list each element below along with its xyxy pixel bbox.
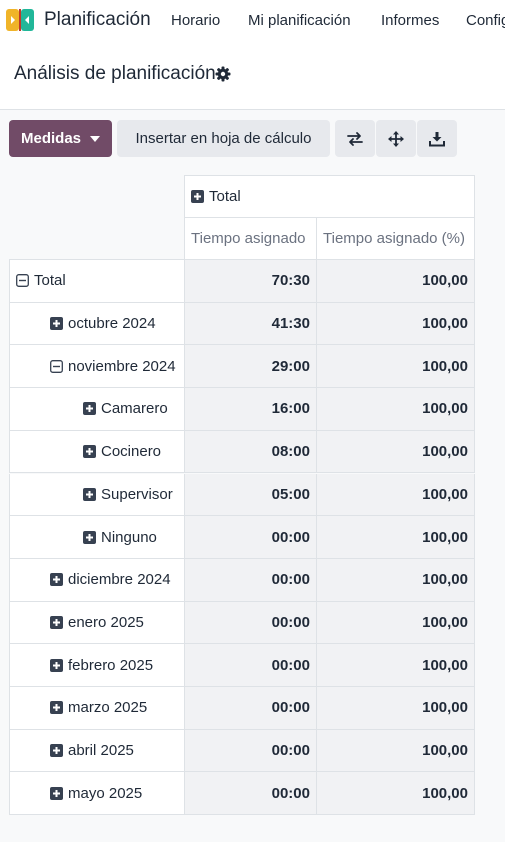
top-navbar: Planificación Horario Mi planificación I… (0, 0, 505, 42)
measure-header-tiempo-asignado-pct[interactable]: Tiempo asignado (%) (317, 218, 475, 260)
expand-all-icon (388, 130, 404, 147)
flip-axis-button[interactable] (335, 120, 375, 157)
menu-informes[interactable]: Informes (381, 12, 439, 29)
minus-square-icon (50, 359, 63, 373)
planning-app-logo-icon[interactable] (6, 9, 34, 31)
page-title: Análisis de planificación (14, 63, 216, 84)
row-header-marzo-2025[interactable]: marzo 2025 (9, 687, 185, 730)
col-header-total-label: Total (209, 188, 241, 205)
menu-mi-planificacion[interactable]: Mi planificación (248, 12, 351, 29)
gear-icon[interactable] (215, 66, 231, 82)
download-button[interactable] (417, 120, 457, 157)
menu-horario[interactable]: Horario (171, 12, 220, 29)
pivot-corner (9, 175, 185, 260)
row-label: noviembre 2024 (68, 357, 176, 375)
measure-label: Tiempo asignado (191, 230, 306, 247)
cell-tiempo-asignado-pct[interactable]: 100,00 (317, 729, 475, 773)
row-header-octubre-2024[interactable]: octubre 2024 (9, 302, 185, 346)
cell-tiempo-asignado-pct[interactable]: 100,00 (317, 473, 475, 517)
cell-tiempo-asignado[interactable]: 00:00 (185, 772, 317, 816)
row-header-total[interactable]: Total (9, 260, 185, 303)
row-label: Total (34, 272, 66, 290)
cell-tiempo-asignado[interactable]: 16:00 (185, 388, 317, 431)
plus-square-icon (50, 573, 63, 587)
cell-tiempo-asignado[interactable]: 05:00 (185, 473, 317, 517)
cell-tiempo-asignado[interactable]: 70:30 (185, 260, 317, 303)
measure-header-tiempo-asignado[interactable]: Tiempo asignado (185, 218, 317, 260)
cell-tiempo-asignado[interactable]: 41:30 (185, 302, 317, 346)
plus-square-icon (50, 701, 63, 715)
row-label: diciembre 2024 (68, 571, 171, 589)
plus-square-icon (83, 530, 96, 544)
row-header-abril-2025[interactable]: abril 2025 (9, 729, 185, 773)
cell-tiempo-asignado-pct[interactable]: 100,00 (317, 558, 475, 602)
expand-all-button[interactable] (376, 120, 416, 157)
cell-tiempo-asignado[interactable]: 00:00 (185, 516, 317, 559)
row-header-diciembre-2024[interactable]: diciembre 2024 (9, 558, 185, 602)
app-title[interactable]: Planificación (44, 9, 151, 31)
menu-configuracion[interactable]: Configuración (466, 12, 505, 29)
col-header-total[interactable]: Total (185, 175, 475, 218)
cell-tiempo-asignado[interactable]: 00:00 (185, 601, 317, 645)
cell-tiempo-asignado-pct[interactable]: 100,00 (317, 260, 475, 303)
cell-tiempo-asignado-pct[interactable]: 100,00 (317, 345, 475, 389)
row-label: octubre 2024 (68, 315, 156, 333)
plus-square-icon (50, 615, 63, 629)
cell-tiempo-asignado-pct[interactable]: 100,00 (317, 302, 475, 346)
cell-tiempo-asignado-pct[interactable]: 100,00 (317, 601, 475, 645)
download-icon (429, 131, 445, 146)
row-header-noviembre-2024[interactable]: noviembre 2024 (9, 345, 185, 389)
control-panel: Análisis de planificación (0, 42, 505, 110)
cell-tiempo-asignado[interactable]: 08:00 (185, 430, 317, 474)
row-label: Supervisor (101, 485, 173, 503)
caret-down-icon (90, 135, 100, 142)
plus-square-icon (50, 317, 63, 331)
cell-tiempo-asignado[interactable]: 00:00 (185, 644, 317, 687)
cell-tiempo-asignado-pct[interactable]: 100,00 (317, 430, 475, 474)
row-label: abril 2025 (68, 742, 134, 760)
plus-square-icon (83, 445, 96, 459)
minus-square-icon (16, 274, 29, 288)
insert-spreadsheet-button[interactable]: Insertar en hoja de cálculo (117, 120, 330, 157)
flip-axis-icon (347, 131, 363, 146)
plus-square-icon (83, 402, 96, 416)
row-label: Cocinero (101, 443, 162, 461)
measures-dropdown-button[interactable]: Medidas (9, 120, 112, 157)
cell-tiempo-asignado-pct[interactable]: 100,00 (317, 388, 475, 431)
cell-tiempo-asignado-pct[interactable]: 100,00 (317, 687, 475, 730)
plus-square-icon (50, 744, 63, 758)
row-label: enero 2025 (68, 613, 144, 631)
insert-spreadsheet-label: Insertar en hoja de cálculo (135, 130, 312, 147)
cell-tiempo-asignado[interactable]: 00:00 (185, 729, 317, 773)
row-header-febrero-2025[interactable]: febrero 2025 (9, 644, 185, 687)
measure-label: Tiempo asignado (%) (323, 230, 466, 247)
row-header-supervisor[interactable]: Supervisor (9, 473, 185, 517)
plus-square-icon (50, 658, 63, 672)
cell-tiempo-asignado[interactable]: 00:00 (185, 558, 317, 602)
row-header-cocinero[interactable]: Cocinero (9, 430, 185, 474)
row-header-enero-2025[interactable]: enero 2025 (9, 601, 185, 645)
plus-square-icon (83, 487, 96, 501)
row-label: marzo 2025 (68, 699, 148, 717)
cell-tiempo-asignado-pct[interactable]: 100,00 (317, 644, 475, 687)
cell-tiempo-asignado[interactable]: 29:00 (185, 345, 317, 389)
row-header-ninguno[interactable]: Ninguno (9, 516, 185, 559)
row-label: Camarero (101, 400, 168, 418)
row-header-camarero[interactable]: Camarero (9, 388, 185, 431)
row-header-mayo-2025[interactable]: mayo 2025 (9, 772, 185, 816)
row-label: Ninguno (101, 528, 157, 546)
measures-label: Medidas (20, 130, 81, 147)
cell-tiempo-asignado-pct[interactable]: 100,00 (317, 772, 475, 816)
cell-tiempo-asignado-pct[interactable]: 100,00 (317, 516, 475, 559)
plus-square-icon (50, 786, 63, 800)
row-label: febrero 2025 (68, 656, 154, 674)
plus-square-icon (191, 190, 204, 203)
cell-tiempo-asignado[interactable]: 00:00 (185, 687, 317, 730)
row-label: mayo 2025 (68, 784, 143, 802)
